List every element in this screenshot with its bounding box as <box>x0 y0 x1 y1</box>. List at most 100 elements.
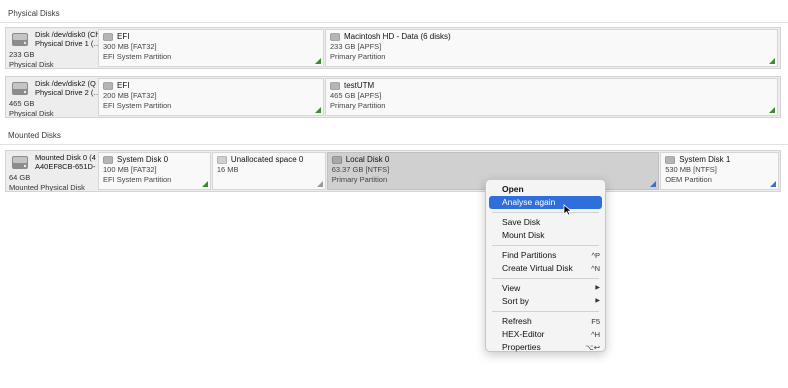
partition-icon <box>103 33 113 41</box>
partition-desc: OEM Partition <box>665 175 712 184</box>
disk-header[interactable]: Disk /dev/disk2 (Q Physical Drive 2 (… 4… <box>6 77 98 117</box>
partition-corner-marker <box>201 181 208 187</box>
menu-item-properties[interactable]: Properties ⌥↩ <box>486 341 605 354</box>
partition-name: testUTM <box>344 81 375 90</box>
menu-separator <box>492 212 599 213</box>
partition-system-disk-1[interactable]: System Disk 1 530 MB [NTFS] OEM Partitio… <box>660 152 780 190</box>
partition-corner-marker <box>315 107 321 113</box>
menu-item-label: Properties <box>502 342 541 352</box>
menu-item-analyse-again[interactable]: Analyse again <box>489 196 602 209</box>
disk-size: 64 GB <box>9 173 31 182</box>
menu-item-label: Mount Disk <box>502 230 545 240</box>
shortcut-label: F5 <box>591 317 600 326</box>
disk-subtitle: Physical Drive 1 (… <box>35 39 98 48</box>
menu-item-label: Open <box>502 184 524 194</box>
disk-title: Disk /dev/disk0 (Ch <box>35 30 98 39</box>
partition-desc: EFI System Partition <box>103 52 172 61</box>
partition-size: 200 MB [FAT32] <box>103 91 157 100</box>
shortcut-label: ⌥↩ <box>585 343 600 352</box>
disk-type: Physical Disk <box>9 109 54 117</box>
menu-separator <box>492 278 599 279</box>
menu-item-label: Create Virtual Disk <box>502 263 573 273</box>
mouse-pointer-icon <box>563 204 573 216</box>
disk-type: Physical Disk <box>9 60 54 68</box>
menu-item-mount-disk[interactable]: Mount Disk <box>486 229 605 242</box>
menu-item-hex-editor[interactable]: HEX-Editor ^H <box>486 328 605 341</box>
partition-testutm[interactable]: testUTM 465 GB [APFS] Primary Partition <box>325 78 778 116</box>
menu-item-refresh[interactable]: Refresh F5 <box>486 315 605 328</box>
partition-name: System Disk 0 <box>117 155 169 164</box>
menu-item-find-partitions[interactable]: Find Partitions ^P <box>486 249 605 262</box>
disk-row-disk0[interactable]: Disk /dev/disk0 (Ch Physical Drive 1 (… … <box>5 27 781 69</box>
partition-icon <box>103 82 113 90</box>
partition-size: 63.37 GB [NTFS] <box>331 165 390 174</box>
partition-name: Unallocated space 0 <box>230 155 304 164</box>
partition-desc: EFI System Partition <box>103 101 172 110</box>
partition-corner-marker <box>316 181 323 187</box>
partition-name: Local Disk 0 <box>345 155 390 164</box>
partition-corner-marker <box>769 107 775 113</box>
partition-icon <box>330 82 340 90</box>
menu-item-view[interactable]: View ▶ <box>486 282 605 295</box>
partition-corner-marker <box>315 58 321 64</box>
disk-header[interactable]: Mounted Disk 0 (4 A40EF8CB-651D- 64 GB M… <box>6 151 98 191</box>
partition-efi[interactable]: EFI 200 MB [FAT32] EFI System Partition <box>98 78 324 116</box>
hard-disk-icon <box>12 82 28 95</box>
partition-icon <box>331 156 342 164</box>
menu-item-create-virtual-disk[interactable]: Create Virtual Disk ^N <box>486 262 605 275</box>
partition-corner-marker <box>650 181 657 187</box>
partition-name: System Disk 1 <box>679 155 731 164</box>
partition-corner-marker <box>770 181 777 187</box>
submenu-arrow-icon: ▶ <box>595 285 600 291</box>
partition-icon <box>217 156 227 164</box>
disk-header[interactable]: Disk /dev/disk0 (Ch Physical Drive 1 (… … <box>6 28 98 68</box>
disk-title: Disk /dev/disk2 (Q <box>35 79 96 88</box>
shortcut-label: ^P <box>591 251 600 260</box>
menu-item-label: Save Disk <box>502 217 541 227</box>
partition-size: 233 GB [APFS] <box>330 42 382 51</box>
context-menu: Open Analyse again Save Disk Mount Disk … <box>485 179 606 352</box>
partition-size: 465 GB [APFS] <box>330 91 382 100</box>
section-divider <box>0 22 788 23</box>
physical-disks-header: Physical Disks <box>8 9 60 18</box>
disk-subtitle: Physical Drive 2 (… <box>35 88 98 97</box>
menu-item-label: Refresh <box>502 316 532 326</box>
partition-unallocated-space-0[interactable]: Unallocated space 0 16 MB <box>211 152 326 190</box>
menu-item-save-disk[interactable]: Save Disk <box>486 216 605 229</box>
menu-separator <box>492 311 599 312</box>
section-divider <box>0 144 788 145</box>
partition-size: 16 MB <box>216 165 239 174</box>
hard-disk-icon <box>12 156 28 169</box>
partition-size: 100 MB [FAT32] <box>103 165 157 174</box>
partition-name: Macintosh HD - Data (6 disks) <box>344 32 451 41</box>
disk-row-disk2[interactable]: Disk /dev/disk2 (Q Physical Drive 2 (… 4… <box>5 76 781 118</box>
partition-system-disk-0[interactable]: System Disk 0 100 MB [FAT32] EFI System … <box>98 152 211 190</box>
menu-item-label: View <box>502 283 521 293</box>
partition-name: EFI <box>117 32 130 41</box>
shortcut-label: ^H <box>591 330 600 339</box>
disk-size: 465 GB <box>9 99 35 108</box>
menu-item-label: Find Partitions <box>502 250 557 260</box>
partition-icon <box>665 156 675 164</box>
menu-item-label: HEX-Editor <box>502 329 545 339</box>
disk-type: Mounted Physical Disk <box>9 183 85 191</box>
partition-icon <box>330 33 340 41</box>
partition-size: 530 MB [NTFS] <box>665 165 717 174</box>
partition-size: 300 MB [FAT32] <box>103 42 157 51</box>
menu-item-open[interactable]: Open <box>486 183 605 196</box>
menu-item-sort-by[interactable]: Sort by ▶ <box>486 295 605 308</box>
disk-row-mounted0[interactable]: Mounted Disk 0 (4 A40EF8CB-651D- 64 GB M… <box>5 150 781 192</box>
partition-desc: Primary Partition <box>330 52 386 61</box>
submenu-arrow-icon: ▶ <box>595 298 600 304</box>
disk-size: 233 GB <box>9 50 35 59</box>
partition-efi[interactable]: EFI 300 MB [FAT32] EFI System Partition <box>98 29 324 67</box>
menu-separator <box>492 245 599 246</box>
mounted-disks-header: Mounted Disks <box>8 131 61 140</box>
hard-disk-icon <box>12 33 28 46</box>
partition-macintosh-hd-data[interactable]: Macintosh HD - Data (6 disks) 233 GB [AP… <box>325 29 778 67</box>
partition-name: EFI <box>117 81 130 90</box>
partition-icon <box>103 156 113 164</box>
partition-desc: EFI System Partition <box>103 175 172 184</box>
menu-item-label: Sort by <box>502 296 529 306</box>
disk-subtitle: A40EF8CB-651D- <box>35 162 96 171</box>
